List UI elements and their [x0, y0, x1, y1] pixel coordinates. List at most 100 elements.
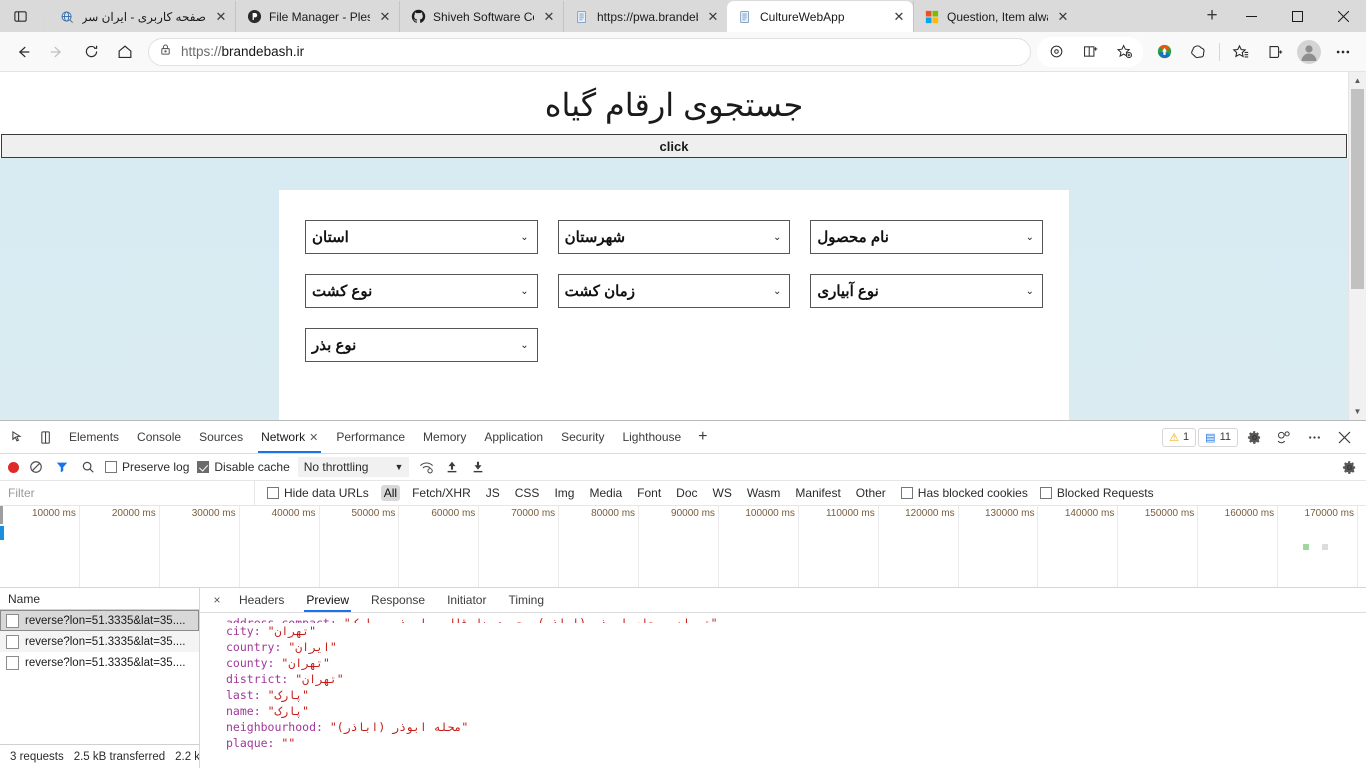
filter-type-ws[interactable]: WS [710, 485, 735, 501]
select-seed-type[interactable]: نوع بذر ⌄ [304, 328, 538, 362]
minimize-button[interactable] [1228, 0, 1274, 32]
network-settings-gear-icon[interactable] [1340, 458, 1358, 476]
add-favorite-icon[interactable] [1107, 37, 1141, 67]
collections-icon[interactable] [1258, 37, 1292, 67]
scrollbar-thumb[interactable] [1351, 89, 1364, 289]
import-har-icon[interactable] [443, 458, 461, 476]
devtools-tab-application[interactable]: Application [475, 421, 552, 453]
blocked-requests-checkbox[interactable]: Blocked Requests [1039, 486, 1154, 500]
preserve-log-box[interactable] [105, 461, 117, 473]
filter-type-other[interactable]: Other [853, 485, 889, 501]
browser-tab[interactable]: https://pwa.brandeba ✕ [563, 1, 727, 32]
warnings-badge[interactable]: ⚠ 1 [1162, 427, 1197, 447]
request-row[interactable]: reverse?lon=51.3335&lat=35.... [0, 610, 199, 631]
browser-tab[interactable]: Shiveh Software Co. - G ✕ [399, 1, 563, 32]
browser-tab[interactable]: File Manager - Plesk O ✕ [235, 1, 399, 32]
devtools-tab-elements[interactable]: Elements [60, 421, 128, 453]
scroll-up-arrow-icon[interactable]: ▲ [1349, 72, 1366, 89]
select-product-name[interactable]: نام محصول ⌄ [810, 220, 1043, 254]
filter-type-js[interactable]: JS [483, 485, 503, 501]
filter-type-all[interactable]: All [380, 485, 401, 501]
more-panels-button[interactable]: + [690, 428, 715, 446]
page-scrollbar[interactable]: ▲ ▼ [1348, 72, 1366, 420]
inspect-element-icon[interactable] [4, 423, 32, 451]
back-arrow-icon[interactable] [6, 37, 40, 67]
click-button[interactable]: click [1, 134, 1347, 158]
filter-type-wasm[interactable]: Wasm [744, 485, 784, 501]
reload-icon[interactable] [74, 37, 108, 67]
select-province[interactable]: استان ⌄ [304, 220, 538, 254]
settings-more-icon[interactable] [1326, 37, 1360, 67]
profile-avatar-icon[interactable] [1292, 37, 1326, 67]
browser-tab[interactable]: CultureWebApp ✕ [727, 1, 913, 32]
detail-tab-preview[interactable]: Preview [295, 588, 360, 612]
filter-type-manifest[interactable]: Manifest [792, 485, 843, 501]
devtools-tab-performance[interactable]: Performance [327, 421, 414, 453]
browser-tab[interactable]: Question, Item always ✕ [913, 1, 1077, 32]
request-list-header[interactable]: Name [0, 588, 199, 610]
filter-type-doc[interactable]: Doc [673, 485, 700, 501]
filter-type-media[interactable]: Media [586, 485, 625, 501]
address-bar[interactable]: https://brandebash.ir [148, 37, 1031, 66]
filter-input[interactable]: Filter [0, 480, 255, 506]
filter-type-css[interactable]: CSS [512, 485, 543, 501]
select-irrigation-type[interactable]: نوع آبیاری ⌄ [810, 274, 1043, 308]
record-button[interactable] [8, 461, 19, 473]
detail-tab-timing[interactable]: Timing [497, 588, 555, 612]
export-har-icon[interactable] [469, 458, 487, 476]
tab-search-button[interactable] [0, 0, 40, 32]
select-cultivation-type[interactable]: نوع کشت ⌄ [304, 274, 538, 308]
request-row[interactable]: reverse?lon=51.3335&lat=35.... [0, 652, 199, 673]
close-detail-pane-icon[interactable]: × [206, 593, 228, 607]
blocked-requests-box[interactable] [1039, 487, 1052, 499]
devtools-settings-gear-icon[interactable] [1240, 423, 1268, 451]
hide-data-urls-box[interactable] [267, 487, 279, 499]
scrollbar-track[interactable] [1349, 89, 1366, 403]
preserve-log-checkbox[interactable]: Preserve log [105, 460, 189, 474]
favorites-icon[interactable] [1224, 37, 1258, 67]
idm-icon[interactable] [1147, 37, 1181, 67]
devtools-tab-memory[interactable]: Memory [414, 421, 475, 453]
select-planting-time[interactable]: زمان کشت ⌄ [557, 274, 791, 308]
new-tab-button[interactable]: + [1196, 0, 1228, 32]
search-icon[interactable] [79, 458, 97, 476]
devtools-tab-lighthouse[interactable]: Lighthouse [613, 421, 690, 453]
select-county[interactable]: شهرستان ⌄ [557, 220, 791, 254]
devtools-tab-console[interactable]: Console [128, 421, 190, 453]
tab-close-icon[interactable]: ✕ [1055, 9, 1071, 25]
scroll-down-arrow-icon[interactable]: ▼ [1349, 403, 1366, 420]
devtools-customize-icon[interactable] [1270, 423, 1298, 451]
network-conditions-icon[interactable] [417, 458, 435, 476]
clear-icon[interactable] [27, 458, 45, 476]
devtools-tab-close-icon[interactable]: ✕ [309, 431, 318, 444]
home-icon[interactable] [108, 37, 142, 67]
filter-type-font[interactable]: Font [634, 485, 664, 501]
detail-tab-response[interactable]: Response [360, 588, 436, 612]
has-blocked-cookies-box[interactable] [900, 487, 913, 499]
devtools-tab-sources[interactable]: Sources [190, 421, 252, 453]
hide-data-urls-checkbox[interactable]: Hide data URLs [267, 486, 369, 500]
tab-close-icon[interactable]: ✕ [891, 9, 907, 25]
throttling-select[interactable]: No throttling ▼ [297, 457, 410, 477]
devtools-more-icon[interactable] [1300, 423, 1328, 451]
messages-badge[interactable]: ▤ 11 [1198, 427, 1238, 447]
devtools-tab-network[interactable]: Network ✕ [252, 421, 327, 453]
maximize-button[interactable] [1274, 0, 1320, 32]
tab-close-icon[interactable]: ✕ [213, 9, 229, 25]
tab-close-icon[interactable]: ✕ [705, 9, 721, 25]
filter-type-img[interactable]: Img [551, 485, 577, 501]
tab-close-icon[interactable]: ✕ [541, 9, 557, 25]
has-blocked-cookies-checkbox[interactable]: Has blocked cookies [900, 486, 1028, 500]
request-row[interactable]: reverse?lon=51.3335&lat=35.... [0, 631, 199, 652]
filter-icon[interactable] [53, 458, 71, 476]
disable-cache-checkbox[interactable]: Disable cache [197, 460, 290, 474]
network-timeline-overview[interactable]: 10000 ms 20000 ms 30000 ms 40000 ms 50000 ms… [0, 506, 1366, 588]
disable-cache-box[interactable] [197, 461, 210, 473]
detail-tab-initiator[interactable]: Initiator [436, 588, 497, 612]
device-toolbar-icon[interactable] [32, 423, 60, 451]
devtools-tab-security[interactable]: Security [552, 421, 613, 453]
split-screen-icon[interactable] [1073, 37, 1107, 67]
devtools-close-icon[interactable] [1330, 423, 1358, 451]
detail-tab-headers[interactable]: Headers [228, 588, 295, 612]
tab-close-icon[interactable]: ✕ [377, 9, 393, 25]
